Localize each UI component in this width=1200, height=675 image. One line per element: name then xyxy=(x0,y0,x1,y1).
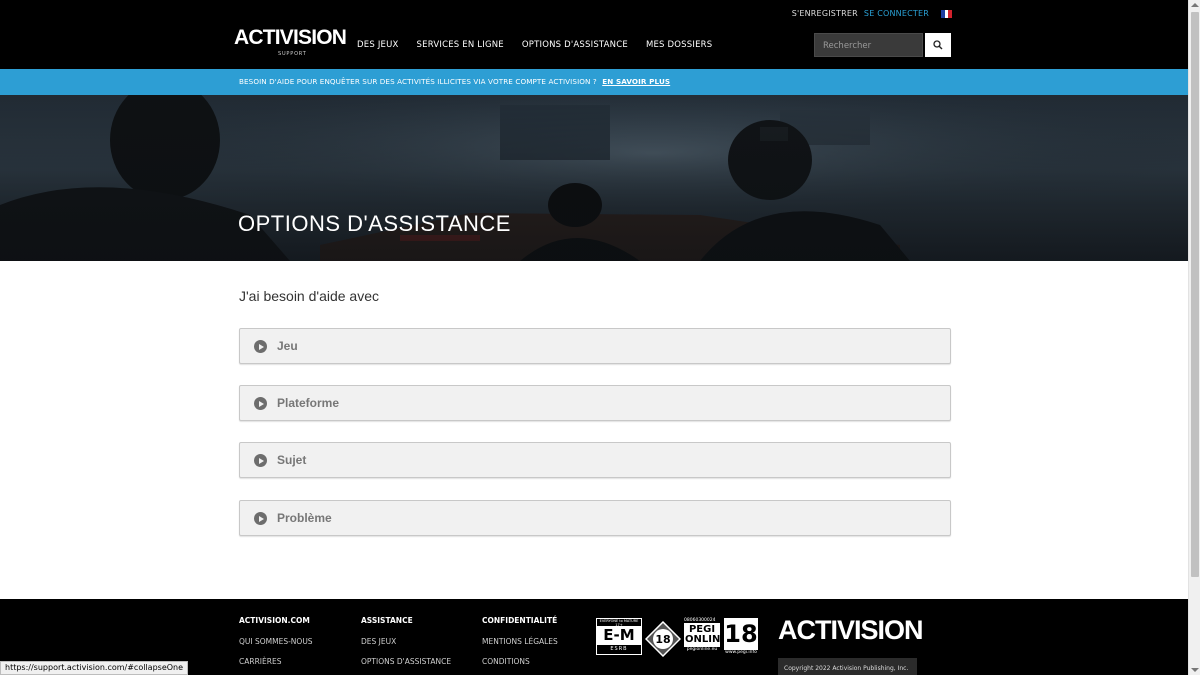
search-icon xyxy=(933,40,943,50)
esrb-bottom-text: ESRB xyxy=(597,645,641,654)
accordion-label: Sujet xyxy=(277,453,307,467)
accordion-label: Plateforme xyxy=(277,396,340,410)
play-circle-icon xyxy=(254,454,267,467)
footer-column-activision: ACTIVISION.COM QUI SOMMES-NOUS CARRIÈRES xyxy=(239,616,313,675)
footer-heading: ACTIVISION.COM xyxy=(239,616,310,625)
nav-options-assistance[interactable]: OPTIONS D'ASSISTANCE xyxy=(522,40,628,50)
accordion-sujet[interactable]: Sujet xyxy=(239,442,951,478)
main-nav: DES JEUX SERVICES EN LIGNE OPTIONS D'ASS… xyxy=(357,40,712,50)
page: S'ENREGISTRER SE CONNECTER ACTIVISION SU… xyxy=(0,0,1188,675)
search-input[interactable]: Rechercher xyxy=(814,33,923,57)
usk-value: 18 xyxy=(655,633,671,646)
scroll-down-arrow-icon[interactable] xyxy=(1191,668,1199,672)
pegi-online-number: 08060300024 xyxy=(684,618,716,623)
footer-link-qui-sommes-nous[interactable]: QUI SOMMES-NOUS xyxy=(239,637,313,646)
scroll-up-arrow-icon[interactable] xyxy=(1191,3,1199,7)
logo-subtitle: SUPPORT xyxy=(278,51,307,57)
footer-link-des-jeux[interactable]: DES JEUX xyxy=(361,637,451,646)
copyright-text: Copyright 2022 Activision Publishing, In… xyxy=(778,658,917,675)
alert-banner: BESOIN D'AIDE POUR ENQUÊTER SUR DES ACTI… xyxy=(0,69,1188,95)
france-flag-icon[interactable] xyxy=(941,9,953,18)
accordion-jeu[interactable]: Jeu xyxy=(239,328,951,364)
usk-rating-badge: 18 xyxy=(645,621,681,657)
nav-des-jeux[interactable]: DES JEUX xyxy=(357,40,399,50)
play-circle-icon xyxy=(254,397,267,410)
footer-column-confidentialite: CONFIDENTIALITÉ MENTIONS LÉGALES CONDITI… xyxy=(482,616,558,675)
vertical-scrollbar[interactable] xyxy=(1188,0,1200,675)
play-circle-icon xyxy=(254,512,267,525)
login-link[interactable]: SE CONNECTER xyxy=(864,9,929,18)
pegi-online-badge: 08060300024 PEGI ONLINE pegionline.eu xyxy=(684,618,728,655)
hero-banner: OPTIONS D'ASSISTANCE xyxy=(0,95,1188,261)
register-link[interactable]: S'ENREGISTRER xyxy=(792,9,858,18)
esrb-rating-badge: EVERYONE to MATURE 17+ E-M ESRB xyxy=(596,618,642,655)
footer-heading: ASSISTANCE xyxy=(361,616,413,625)
accordion-plateforme[interactable]: Plateforme xyxy=(239,385,951,421)
footer-link-options-assistance[interactable]: OPTIONS D'ASSISTANCE xyxy=(361,657,451,666)
page-title: OPTIONS D'ASSISTANCE xyxy=(238,211,511,236)
activision-support-logo[interactable]: ACTIVISION xyxy=(234,27,347,48)
scrollbar-thumb[interactable] xyxy=(1191,12,1199,577)
nav-mes-dossiers[interactable]: MES DOSSIERS xyxy=(646,40,712,50)
nav-services-en-ligne[interactable]: SERVICES EN LIGNE xyxy=(417,40,504,50)
account-links: S'ENREGISTRER SE CONNECTER xyxy=(792,9,953,18)
esrb-mark: E-M xyxy=(603,626,635,644)
footer-link-conditions[interactable]: CONDITIONS xyxy=(482,657,558,666)
search-button[interactable] xyxy=(925,33,951,57)
accordion-probleme[interactable]: Problème xyxy=(239,500,951,536)
learn-more-link[interactable]: EN SAVOIR PLUS xyxy=(602,77,670,86)
esrb-top-text: EVERYONE to MATURE 17+ xyxy=(597,619,641,627)
pegi-online-url: pegionline.eu xyxy=(686,647,718,652)
accordion-label: Problème xyxy=(277,511,332,525)
banner-text: BESOIN D'AIDE POUR ENQUÊTER SUR DES ACTI… xyxy=(239,77,597,86)
hero-background-image xyxy=(0,95,1188,261)
accordion-label: Jeu xyxy=(277,339,298,353)
banner-message: BESOIN D'AIDE POUR ENQUÊTER SUR DES ACTI… xyxy=(239,77,670,86)
footer-link-mentions-legales[interactable]: MENTIONS LÉGALES xyxy=(482,637,558,646)
pegi-url: www.pegi.info xyxy=(725,650,757,655)
pegi-online-text: PEGI ONLINE xyxy=(684,623,728,647)
browser-status-url: https://support.activision.com/#collapse… xyxy=(0,661,189,675)
pegi-18-badge: 18 www.pegi.info xyxy=(724,618,758,659)
play-circle-icon xyxy=(254,340,267,353)
section-title: J'ai besoin d'aide avec xyxy=(239,288,379,304)
footer-heading: CONFIDENTIALITÉ xyxy=(482,616,558,625)
footer-column-assistance: ASSISTANCE DES JEUX OPTIONS D'ASSISTANCE xyxy=(361,616,451,675)
pegi-rating-value: 18 xyxy=(724,618,758,650)
site-header: S'ENREGISTRER SE CONNECTER ACTIVISION SU… xyxy=(0,0,1188,69)
footer-link-carrieres[interactable]: CARRIÈRES xyxy=(239,657,313,666)
footer-activision-logo[interactable]: ACTIVISION xyxy=(778,615,924,646)
